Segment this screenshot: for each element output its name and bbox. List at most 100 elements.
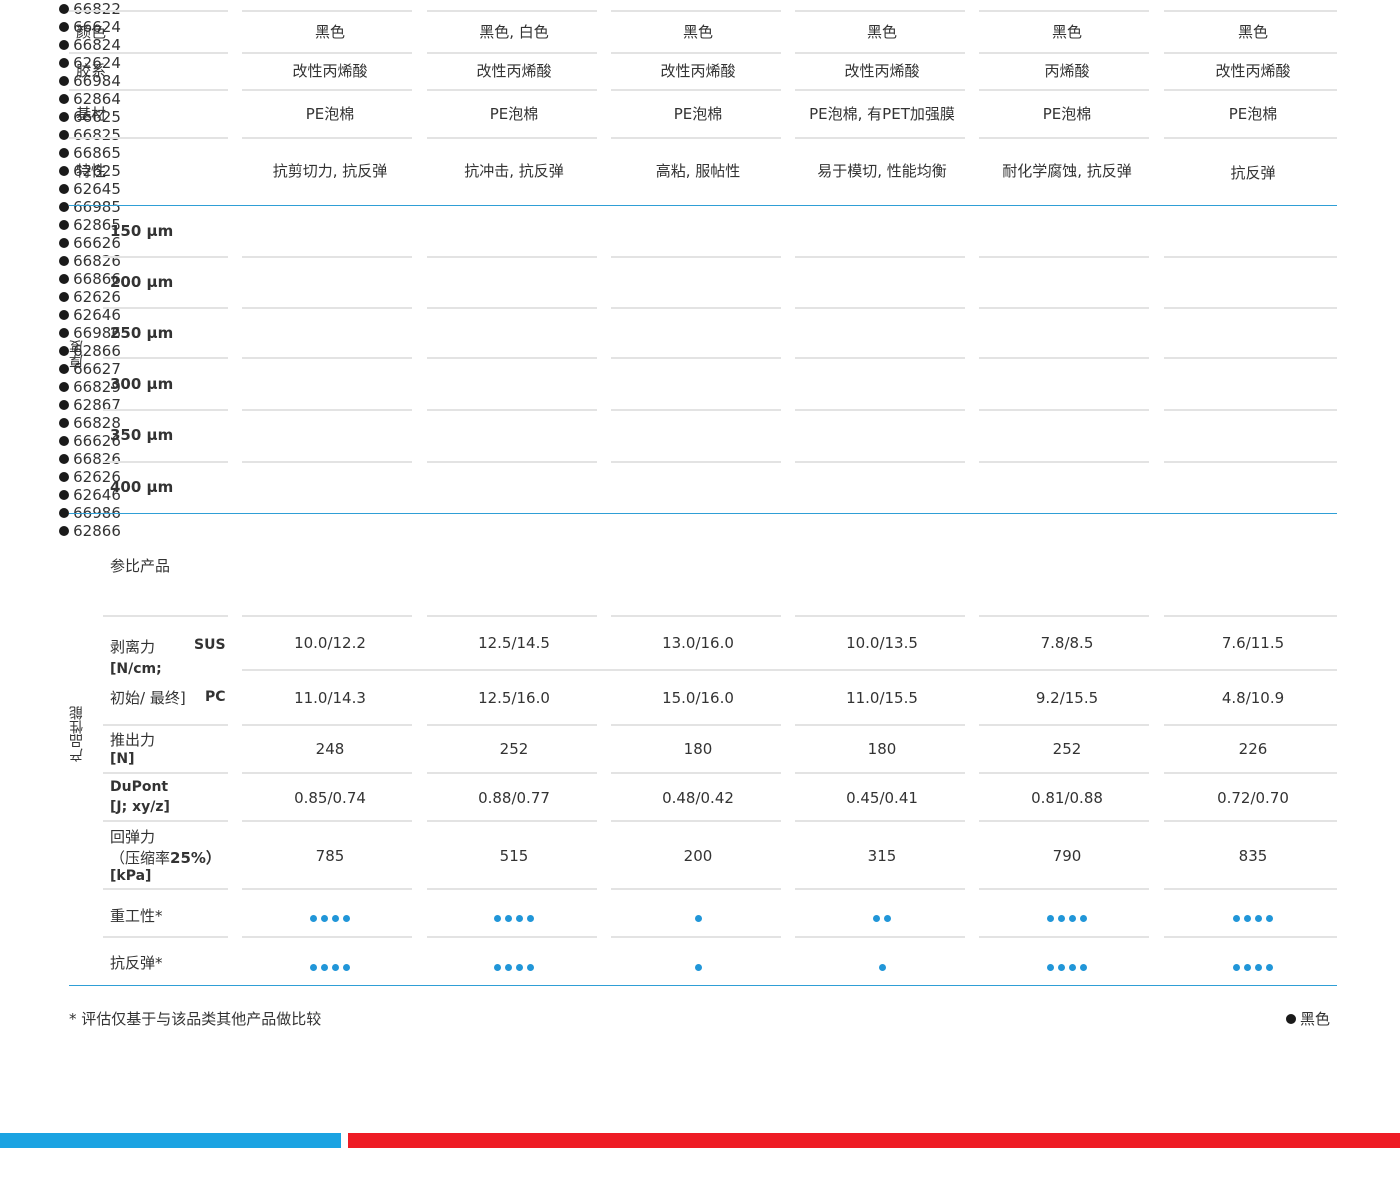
row-separator [1164,724,1337,726]
rating-dot-icon [1069,964,1076,971]
legend: 黑色 [1286,1008,1330,1029]
feature-value: 易于模切, 性能均衡 [817,162,947,180]
peel-pc-value: 12.5/16.0 [478,689,550,707]
substrate-value: PE泡棉 [489,105,539,123]
row-separator [979,137,1149,139]
black-dot-icon [59,112,70,122]
row-separator [979,52,1149,54]
thickness-marker: 66826 [0,252,180,270]
adhesive-value: 丙烯酸 [1044,62,1090,80]
footer-bar-red [348,1133,1400,1148]
substrate-value: PE泡棉, 有PET加强膜 [809,105,955,123]
dupont-value: 0.48/0.42 [662,789,734,807]
rating-dot-icon [321,915,328,922]
substrate-value: PE泡棉 [305,105,355,123]
feature-value: 抗反弹 [1230,164,1276,182]
product-code: 62867 [73,396,121,414]
row-label-substrate: 基材 [76,105,107,123]
rating-dot-icon [1233,964,1240,971]
row-label-color: 颜色 [76,23,107,41]
row-separator [611,888,781,890]
row-separator [611,52,781,54]
performance-group-label: 产品性能 [69,706,85,762]
black-dot-icon [59,490,70,500]
push-value: 226 [1238,740,1268,758]
dupont-value: 0.72/0.70 [1217,789,1289,807]
row-separator [427,10,597,12]
feature-value: 高粘, 服帖性 [655,162,741,180]
product-code: 66825 [73,126,121,144]
rating-dot-icon [332,915,339,922]
black-dot-icon [59,382,70,392]
peel-pc-value: 11.0/14.3 [294,689,366,707]
row-separator [1164,357,1337,359]
rating-dot-icon [1233,915,1240,922]
rating-dot-icon [1080,964,1087,971]
feature-value: 抗冲击, 抗反弹 [464,162,564,180]
product-code: 66985 [73,198,121,216]
row-separator [242,772,412,774]
push-label: 推出力 [110,731,156,749]
peel-pc-value: 4.8/10.9 [1221,689,1285,707]
rebound-value: 200 [683,847,713,865]
thickness-marker: 66825 [0,126,180,144]
row-separator [795,409,965,411]
row-separator [103,307,228,309]
rating-dot-icon [310,915,317,922]
black-dot-icon [59,202,70,212]
row-separator [103,357,228,359]
row-separator [611,10,781,12]
rating-dot-icon [1244,964,1251,971]
product-code: 66826 [73,450,121,468]
black-dot-icon [59,328,70,338]
row-separator [611,615,781,617]
dupont-value: 0.81/0.88 [1031,789,1103,807]
row-separator [1164,307,1337,309]
row-separator [427,461,597,463]
thickness-label: 300 µm [110,375,174,393]
rework-rating [1163,912,1343,922]
row-separator [427,307,597,309]
peel-sus-value: 10.0/13.5 [846,634,918,652]
row-separator [611,307,781,309]
black-dot-icon [59,58,70,68]
rating-dot-icon [494,964,501,971]
row-separator [103,888,228,890]
row-separator [103,936,228,938]
row-separator [795,137,965,139]
row-separator [427,137,597,139]
row-separator [979,888,1149,890]
black-dot-icon [59,274,70,284]
row-separator [242,461,412,463]
peel-sus-value: 7.6/11.5 [1221,634,1285,652]
rating-dot-icon [1047,915,1054,922]
row-separator [795,772,965,774]
feature-value: 抗剪切力, 抗反弹 [272,162,388,180]
rework-label: 重工性* [110,907,163,925]
adhesive-value: 改性丙烯酸 [660,62,736,80]
push-value: 180 [867,740,897,758]
peel-pc-label: PC [205,689,226,705]
row-separator [427,936,597,938]
black-dot-icon [59,256,70,266]
thickness-label: 150 µm [110,222,174,240]
row-separator [979,461,1149,463]
section-divider [69,985,1337,986]
rating-dot-icon [694,915,702,922]
black-dot-icon [59,454,70,464]
row-separator [795,357,965,359]
black-dot-icon [59,310,70,320]
reference-marker: 66826 [0,450,180,468]
row-separator [1164,820,1337,822]
row-separator [1164,461,1337,463]
color-value: 黑色, 白色 [479,23,549,41]
row-separator [242,669,1337,671]
row-separator [1164,89,1337,91]
rating-dot-icon [310,964,317,971]
row-separator [979,409,1149,411]
row-separator [69,52,228,54]
thickness-label: 250 µm [110,324,174,342]
row-separator [103,461,228,463]
row-separator [103,724,228,726]
reference-marker: 62866 [0,522,180,540]
